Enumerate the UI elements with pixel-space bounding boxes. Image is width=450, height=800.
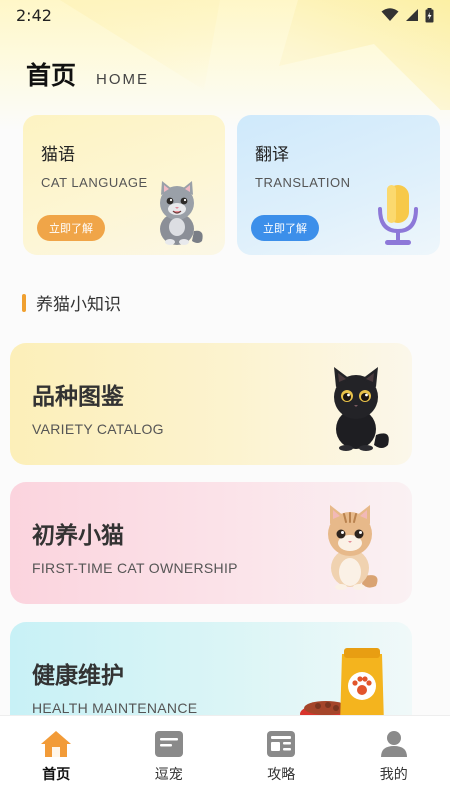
wifi-icon: [381, 8, 399, 21]
nav-home[interactable]: 首页: [16, 730, 96, 800]
microphone-icon: [378, 185, 418, 245]
page-subtitle: HOME: [96, 71, 150, 88]
page-title: 首页: [26, 61, 77, 90]
nav-profile[interactable]: 我的: [354, 730, 434, 800]
nav-guide-label: 攻略: [267, 767, 296, 783]
status-time: 2:42: [16, 5, 52, 25]
person-icon: [380, 731, 407, 757]
nav-play-label: 逗宠: [154, 767, 183, 783]
home-icon: [41, 731, 72, 757]
section-accent-bar: [22, 293, 26, 312]
signal-icon: [406, 9, 418, 21]
section-title: 养猫小知识: [36, 295, 121, 315]
nav-profile-label: 我的: [379, 767, 408, 783]
translation-card[interactable]: 翻译 TRANSLATION 立即了解: [237, 115, 440, 255]
note-icon: [154, 731, 183, 757]
cat-language-title: 猫语: [41, 145, 75, 165]
first-time-ownership-card[interactable]: 初养小猫 FIRST-TIME CAT OWNERSHIP: [10, 482, 412, 604]
battery-icon: [425, 7, 434, 22]
section-heading: 养猫小知识: [22, 290, 121, 315]
bottom-nav: 首页 逗宠 攻略 我的: [0, 715, 450, 800]
status-bar: 2:42: [0, 0, 450, 30]
cat-food-bag-illustration: [300, 648, 384, 724]
guide-icon: [267, 731, 296, 757]
nav-home-label: 首页: [42, 767, 71, 783]
nav-guide[interactable]: 攻略: [241, 730, 321, 800]
translation-learn-button[interactable]: 立即了解: [251, 215, 319, 241]
tabby-kitten-illustration: [328, 505, 378, 590]
gray-kitten-illustration: [160, 181, 203, 245]
cat-language-learn-button[interactable]: 立即了解: [37, 215, 105, 241]
page-header: 首页 HOME: [26, 56, 149, 92]
black-cat-illustration: [334, 367, 389, 451]
status-icons: [381, 7, 434, 23]
translation-title: 翻译: [255, 145, 289, 165]
cat-language-card[interactable]: 猫语 CAT LANGUAGE 立即了解: [23, 115, 225, 255]
variety-catalog-card[interactable]: 品种图鉴 VARIETY CATALOG: [10, 343, 412, 465]
nav-play[interactable]: 逗宠: [129, 730, 209, 800]
